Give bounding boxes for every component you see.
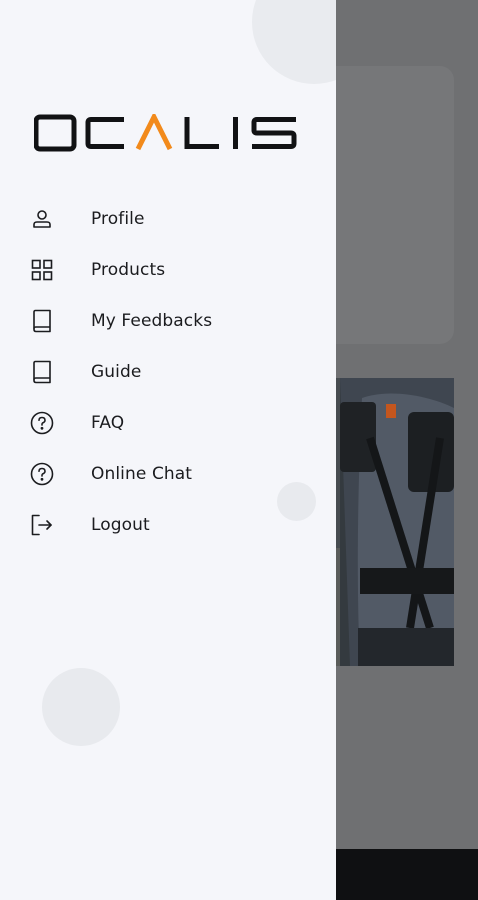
menu-label: Logout — [91, 514, 150, 535]
user-icon — [29, 206, 55, 232]
ocalis-logo — [34, 114, 306, 152]
logout-icon — [29, 512, 55, 538]
menu-item-profile[interactable]: Profile — [0, 193, 336, 244]
menu-label: FAQ — [91, 412, 125, 433]
book-icon — [29, 308, 55, 334]
menu-label: Online Chat — [91, 463, 193, 484]
drawer-menu: Profile Products My Feedbacks Guide FAQ … — [0, 193, 336, 550]
menu-item-logout[interactable]: Logout — [0, 499, 336, 550]
menu-item-guide[interactable]: Guide — [0, 346, 336, 397]
help-circle-icon — [29, 461, 55, 487]
menu-item-products[interactable]: Products — [0, 244, 336, 295]
menu-label: Profile — [91, 208, 145, 229]
grid-icon — [29, 257, 55, 283]
decorative-circle — [252, 0, 336, 84]
book-icon — [29, 359, 55, 385]
menu-label: Guide — [91, 361, 142, 382]
navigation-drawer: Profile Products My Feedbacks Guide FAQ … — [0, 0, 336, 900]
menu-item-faq[interactable]: FAQ — [0, 397, 336, 448]
decorative-circle — [42, 668, 120, 746]
menu-item-my-feedbacks[interactable]: My Feedbacks — [0, 295, 336, 346]
menu-label: My Feedbacks — [91, 310, 213, 331]
help-circle-icon — [29, 410, 55, 436]
menu-label: Products — [91, 259, 166, 280]
menu-item-online-chat[interactable]: Online Chat — [0, 448, 336, 499]
